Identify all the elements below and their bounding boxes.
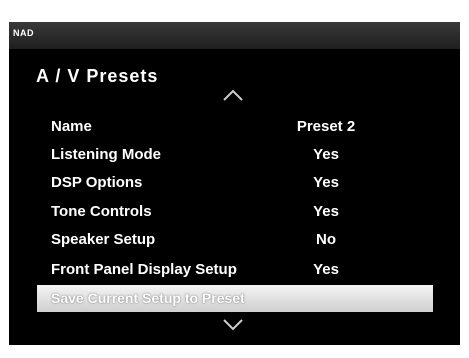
chevron-up-icon[interactable] [222, 88, 244, 102]
page-title: A / V Presets [36, 66, 159, 86]
menu-row-value: Preset 2 [296, 118, 356, 135]
chevron-down-icon[interactable] [222, 318, 244, 332]
menu-row-label: Speaker Setup [51, 231, 156, 248]
osd-screen: NAD A / V Presets Name Preset 2 Listenin… [9, 22, 460, 345]
top-bar: NAD [9, 22, 460, 49]
menu-row-value: Yes [313, 146, 339, 163]
menu-row-label: Front Panel Display Setup [51, 261, 237, 278]
menu-row-label: Listening Mode [51, 146, 161, 163]
menu-row-listening-mode[interactable]: Listening Mode Yes [9, 140, 460, 168]
menu-row-value: Yes [313, 174, 339, 191]
menu-row-front-panel-display-setup[interactable]: Front Panel Display Setup Yes [9, 255, 460, 283]
save-preset-button[interactable]: Save Current Setup to Preset [37, 285, 433, 312]
menu-row-tone-controls[interactable]: Tone Controls Yes [9, 197, 460, 225]
menu-row-label: DSP Options [51, 174, 143, 191]
menu-row-value: Yes [313, 261, 339, 278]
menu-row-dsp-options[interactable]: DSP Options Yes [9, 168, 460, 196]
menu-row-name[interactable]: Name Preset 2 [9, 112, 460, 140]
menu-row-label: Tone Controls [51, 203, 152, 220]
menu-row-label: Name [51, 118, 92, 135]
menu-row-speaker-setup[interactable]: Speaker Setup No [9, 225, 460, 253]
menu-row-value: Yes [313, 203, 339, 220]
save-preset-label: Save Current Setup to Preset [51, 290, 245, 306]
menu-row-value: No [316, 231, 336, 248]
brand-logo: NAD [13, 28, 34, 38]
